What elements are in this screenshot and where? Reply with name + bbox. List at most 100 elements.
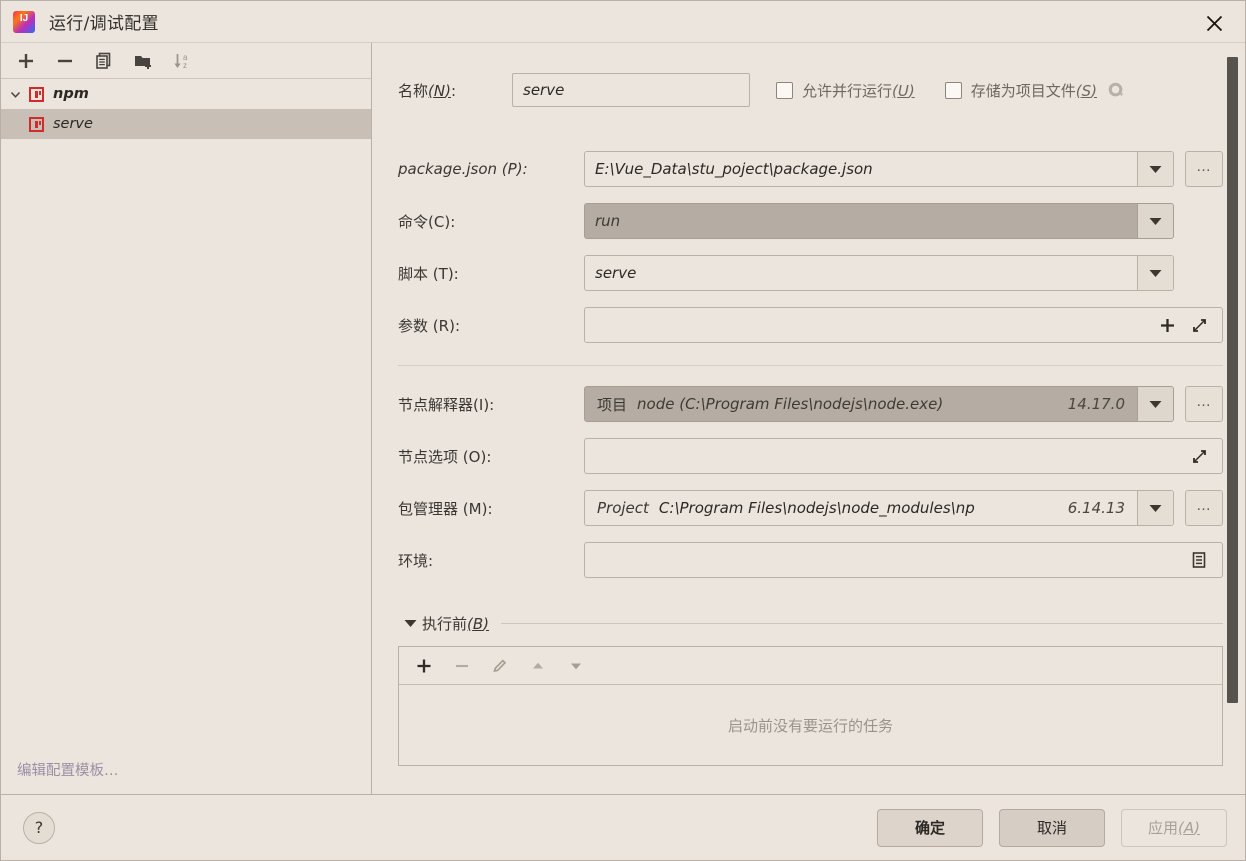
new-folder-button[interactable] [126,46,160,76]
chevron-down-icon[interactable] [1137,256,1173,290]
section-divider [398,365,1223,366]
npm-icon [29,116,44,132]
sort-configurations-button[interactable]: a z [165,46,199,76]
configurations-tree[interactable]: npm serve [1,79,371,794]
node-interpreter-version: 14.17.0 [1067,395,1125,413]
package-manager-label: 包管理器 (M): [398,499,493,518]
environment-icons [1188,549,1222,571]
close-icon[interactable] [1197,8,1231,38]
node-options-row: 节点选项 (O): [398,430,1223,482]
command-combo[interactable]: run [584,203,1174,239]
svg-text:z: z [183,61,187,70]
move-task-down-button [559,651,593,681]
plus-icon[interactable] [1156,314,1178,336]
arguments-row: 参数 (R): [398,299,1223,351]
command-row: 命令(C): run [398,195,1223,247]
tree-node-npm[interactable]: npm [1,79,371,109]
add-configuration-button[interactable] [9,46,43,76]
before-launch-empty-text: 启动前没有要运行的任务 [727,716,893,735]
scripts-row: 脚本 (T): serve [398,247,1223,299]
dialog-body: a z npm serve 编辑配置模板… 名称(N): serve 允许并行运… [1,42,1245,794]
package-manager-browse-button[interactable]: … [1185,490,1223,526]
node-options-field[interactable] [584,438,1223,474]
store-as-project-file-label[interactable]: 存储为项目文件(S) [971,80,1097,101]
package-manager-row: 包管理器 (M): Project C:\Program Files\nodej… [398,482,1223,534]
configuration-editor-scroll: 名称(N): 允许并行运行(U) 存储为项目文件(S) [372,43,1245,794]
scrollbar-thumb[interactable] [1227,57,1238,703]
name-label: 名称(N): [398,81,457,100]
environment-label: 环境: [398,551,434,570]
environment-row: 环境: [398,534,1223,586]
command-value: run [595,212,621,230]
package-json-browse-button[interactable]: … [1185,151,1223,187]
scripts-combo[interactable]: serve [584,255,1174,291]
remove-configuration-button[interactable] [48,46,82,76]
node-interpreter-row: 节点解释器(I): 项目 node (C:\Program Files\node… [398,378,1223,430]
node-interpreter-label: 节点解释器(I): [398,395,495,414]
node-options-icons [1188,445,1222,467]
configuration-editor-panel: 名称(N): 允许并行运行(U) 存储为项目文件(S) [372,43,1245,794]
chevron-down-icon[interactable] [398,619,422,628]
expand-diagonal-icon[interactable] [1188,314,1210,336]
scripts-value: serve [595,264,637,282]
package-manager-version: 6.14.13 [1067,499,1125,517]
edit-configuration-templates-link[interactable]: 编辑配置模板… [17,759,119,780]
help-button[interactable]: ? [23,811,55,844]
expand-diagonal-icon[interactable] [1188,445,1210,467]
node-interpreter-browse-button[interactable]: … [1185,386,1223,422]
environment-field[interactable] [584,542,1223,578]
chevron-down-icon[interactable] [1137,152,1173,186]
name-row: 名称(N): 允许并行运行(U) 存储为项目文件(S) [398,61,1223,119]
package-manager-prefix: Project [597,499,649,517]
before-launch-tasks-toolbar [399,647,1222,685]
before-launch-divider [501,622,1223,624]
scripts-label: 脚本 (T): [398,264,459,283]
command-label: 命令(C): [398,212,456,231]
allow-parallel-run-label[interactable]: 允许并行运行(U) [802,80,915,101]
package-manager-combo[interactable]: Project C:\Program Files\nodejs\node_mod… [584,490,1174,526]
remove-task-button [445,651,479,681]
package-manager-value: C:\Program Files\nodejs\node_modules\np [658,499,975,517]
copy-configuration-button[interactable] [87,46,121,76]
name-input[interactable] [512,73,750,107]
arguments-label: 参数 (R): [398,316,460,335]
package-json-value: E:\Vue_Data\stu_poject\package.json [595,160,873,178]
package-json-combo[interactable]: E:\Vue_Data\stu_poject\package.json [584,151,1174,187]
npm-icon [29,86,44,102]
allow-parallel-run-checkbox-wrap[interactable]: 允许并行运行(U) [776,80,915,101]
chevron-down-icon[interactable] [1,88,29,101]
configurations-toolbar: a z [1,43,371,79]
environment-variables-icon[interactable] [1188,549,1210,571]
chevron-down-icon[interactable] [1137,387,1173,421]
dialog-footer: ? 确定 取消 应用 (A) [1,794,1245,860]
store-as-project-file-checkbox[interactable] [944,81,962,99]
allow-parallel-run-checkbox[interactable] [776,81,793,99]
ok-button[interactable]: 确定 [877,808,983,847]
intellij-idea-icon [13,10,35,33]
editor-vertical-scrollbar[interactable] [1227,57,1238,703]
add-task-button[interactable] [407,651,441,681]
node-options-label: 节点选项 (O): [398,447,492,466]
tree-node-label: serve [53,116,93,132]
package-json-label: package.json (P): [398,160,528,178]
dialog-title: 运行/调试配置 [49,14,159,34]
node-interpreter-value: node (C:\Program Files\nodejs\node.exe) [637,395,944,413]
run-debug-configurations-dialog: 运行/调试配置 [0,0,1246,861]
gear-icon[interactable] [1106,79,1128,101]
tree-node-label: npm [53,86,89,102]
move-task-up-button [521,651,555,681]
tree-node-serve[interactable]: serve [1,109,371,139]
before-launch-title: 执行前(B) [422,614,490,633]
pencil-icon [483,651,517,681]
chevron-down-icon[interactable] [1137,491,1173,525]
cancel-button[interactable]: 取消 [999,808,1105,847]
arguments-icons [1156,314,1222,336]
dialog-titlebar: 运行/调试配置 [1,1,1245,42]
node-interpreter-combo[interactable]: 项目 node (C:\Program Files\nodejs\node.ex… [584,386,1174,422]
arguments-field[interactable] [584,307,1223,343]
configurations-panel: a z npm serve 编辑配置模板… [1,43,372,794]
chevron-down-icon[interactable] [1137,204,1173,238]
store-as-project-file-checkbox-wrap[interactable]: 存储为项目文件(S) [944,79,1128,101]
node-interpreter-prefix: 项目 [597,395,628,414]
before-launch-header: 执行前(B) [398,608,1223,638]
